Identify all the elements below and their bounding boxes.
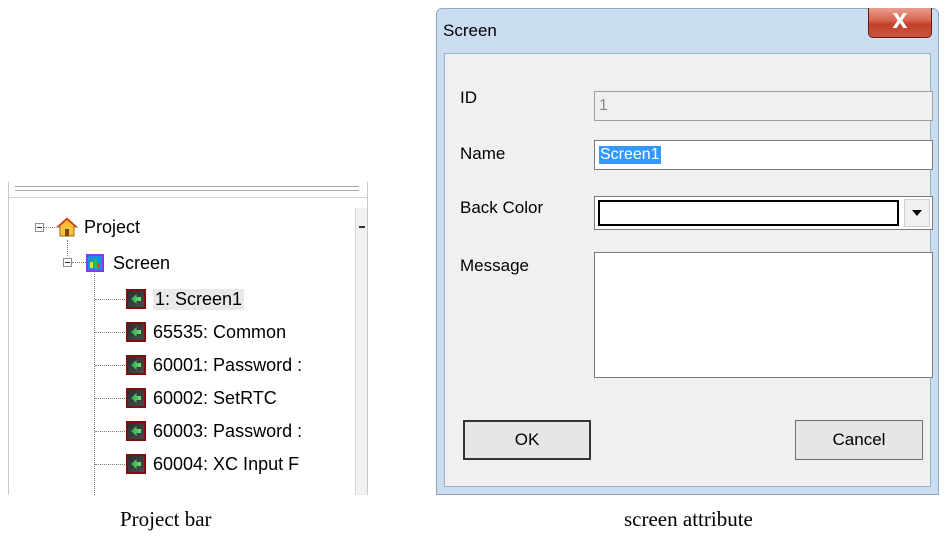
tree-node-label: Project <box>84 216 141 237</box>
tree-item-screen[interactable]: 60004: XC Input F <box>126 451 299 477</box>
collapse-icon[interactable] <box>35 223 44 232</box>
dropdown-arrow-icon[interactable] <box>904 199 930 227</box>
message-label: Message <box>460 256 529 275</box>
tree-connector <box>94 274 95 495</box>
tree-connector <box>95 365 125 366</box>
tree-connector <box>44 227 55 228</box>
close-icon: X <box>892 9 908 33</box>
dialog-title: Screen <box>443 21 497 40</box>
project-bar-panel: Project Screen 1: Screen1 65535: Common <box>8 182 368 495</box>
close-button[interactable]: X <box>868 8 932 38</box>
project-bar-caption: Project bar <box>120 507 212 531</box>
tree-connector <box>95 332 125 333</box>
ok-button[interactable]: OK <box>463 420 591 460</box>
tree-node-label: Screen <box>113 252 171 273</box>
tree-item-screen[interactable]: 60001: Password : <box>126 352 302 378</box>
tree-node-screen-folder[interactable]: Screen <box>85 250 170 276</box>
tree-item-label: 60004: XC Input F <box>153 453 300 474</box>
cancel-button[interactable]: Cancel <box>795 420 923 460</box>
tree-item-label: 60003: Password : <box>153 420 303 441</box>
tree-item-screen[interactable]: 60003: Password : <box>126 418 302 444</box>
tree-item-screen[interactable]: 65535: Common <box>126 319 286 345</box>
name-field[interactable]: Screen1 <box>594 140 933 170</box>
back-color-label: Back Color <box>460 198 544 217</box>
dialog-body: ID 1 Name Screen1 Back Color Message OK … <box>444 53 933 487</box>
screen-attribute-caption: screen attribute <box>624 507 753 531</box>
color-swatch <box>598 200 899 226</box>
screen-page-icon <box>126 454 146 474</box>
id-field: 1 <box>594 91 933 121</box>
tree-item-screen[interactable]: 60002: SetRTC <box>126 385 277 411</box>
tree-connector <box>72 262 86 263</box>
tree-connector <box>95 299 125 300</box>
home-icon <box>56 217 78 237</box>
screen-page-icon <box>126 322 146 342</box>
dialog-titlebar[interactable]: Screen X <box>437 8 938 53</box>
tree-connector <box>95 464 125 465</box>
tree-connector <box>67 240 68 256</box>
tree-item-label: 60002: SetRTC <box>153 387 277 408</box>
tree-item-screen[interactable]: 1: Screen1 <box>126 286 245 312</box>
screen-folder-icon <box>86 254 104 272</box>
screen-attribute-dialog: Screen X ID 1 Name Screen1 Back Color Me… <box>436 8 939 495</box>
screen-page-icon <box>126 388 146 408</box>
back-color-select[interactable] <box>594 196 933 230</box>
tree-connector <box>95 431 125 432</box>
tree-node-project[interactable]: Project <box>56 214 140 240</box>
screen-page-icon <box>126 289 146 309</box>
name-value: Screen1 <box>599 146 661 164</box>
tree-item-label: 60001: Password : <box>153 354 303 375</box>
tree-item-label: 1: Screen1 <box>153 288 245 310</box>
screen-page-icon <box>126 421 146 441</box>
tree-connector <box>95 398 125 399</box>
scroll-marker-icon <box>359 226 365 228</box>
id-value: 1 <box>599 97 608 114</box>
tree-scrollbar[interactable] <box>355 208 367 495</box>
collapse-icon[interactable] <box>63 258 72 267</box>
project-tree: Project Screen 1: Screen1 65535: Common <box>9 182 355 495</box>
message-textarea[interactable] <box>594 252 933 378</box>
name-label: Name <box>460 144 506 163</box>
screen-page-icon <box>126 355 146 375</box>
id-label: ID <box>460 88 477 107</box>
tree-item-label: 65535: Common <box>153 321 287 342</box>
